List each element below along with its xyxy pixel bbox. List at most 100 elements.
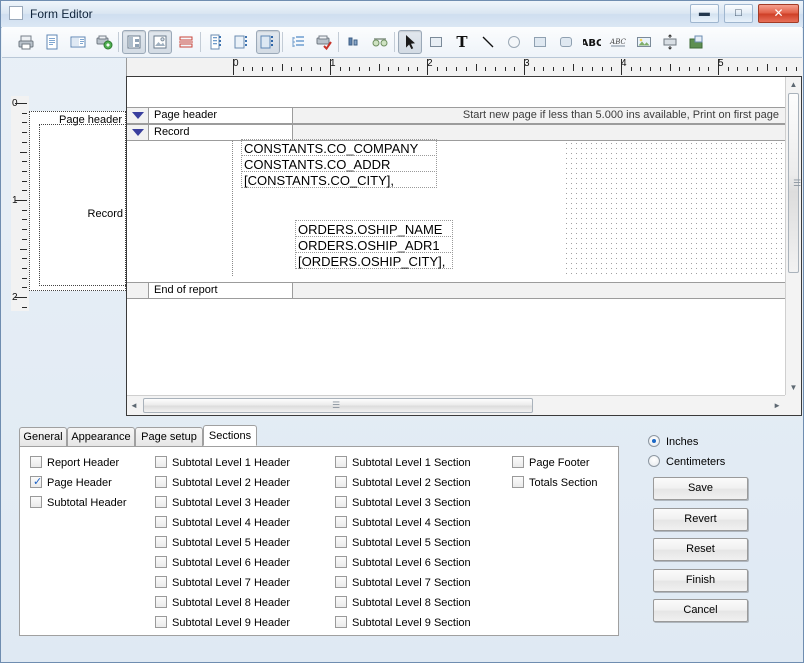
report-field[interactable]: ORDERS.OSHIP_NAME: [295, 220, 453, 237]
checkbox-row[interactable]: Subtotal Level 1 Section: [335, 455, 471, 471]
report-field[interactable]: ORDERS.OSHIP_ADR1: [295, 236, 453, 253]
rectangle-tool-icon[interactable]: [424, 30, 448, 54]
checkbox-row[interactable]: Page Footer: [512, 455, 590, 471]
canvas-horizontal-scrollbar[interactable]: ◄ ☰ ►: [127, 395, 785, 415]
checkbox-indicator[interactable]: [155, 556, 167, 568]
checkbox-indicator[interactable]: [335, 536, 347, 548]
checkbox-indicator[interactable]: [155, 496, 167, 508]
checkbox-row[interactable]: Subtotal Level 4 Section: [335, 515, 471, 531]
field-list-icon[interactable]: [204, 30, 228, 54]
box-tool-icon[interactable]: [528, 30, 552, 54]
checkbox-row[interactable]: Subtotal Level 8 Header: [155, 595, 290, 611]
revert-button[interactable]: Revert: [653, 508, 748, 531]
page-preview-pane[interactable]: Page header Record: [29, 111, 126, 291]
section-bar-record[interactable]: Record: [127, 124, 785, 141]
link-icon[interactable]: [368, 30, 392, 54]
checkbox-indicator[interactable]: [335, 456, 347, 468]
checkbox-row[interactable]: Subtotal Level 2 Header: [155, 475, 290, 491]
checkbox-row[interactable]: Subtotal Level 8 Section: [335, 595, 471, 611]
design-view-icon[interactable]: [148, 30, 172, 54]
checkbox-indicator[interactable]: [335, 616, 347, 628]
section-bar-page-header[interactable]: Page header Start new page if less than …: [127, 107, 785, 124]
line-tool-icon[interactable]: [476, 30, 500, 54]
checkbox-indicator[interactable]: [155, 516, 167, 528]
ellipse-tool-icon[interactable]: [502, 30, 526, 54]
tab-sections[interactable]: Sections: [203, 425, 257, 446]
sort-icon[interactable]: [342, 30, 366, 54]
print-check-icon[interactable]: [312, 30, 336, 54]
checkbox-indicator[interactable]: [155, 596, 167, 608]
checkbox-indicator[interactable]: [335, 576, 347, 588]
checkbox-indicator[interactable]: ✓: [30, 476, 42, 488]
checkbox-row[interactable]: Subtotal Level 6 Header: [155, 555, 290, 571]
checkbox-indicator[interactable]: [155, 616, 167, 628]
close-button[interactable]: ✕: [758, 4, 799, 23]
radio-centimeters[interactable]: Centimeters: [648, 454, 725, 470]
checkbox-row[interactable]: Subtotal Level 2 Section: [335, 475, 471, 491]
checkbox-row[interactable]: ✓ Page Header: [30, 475, 112, 491]
scroll-right-arrow-icon[interactable]: ►: [773, 401, 781, 410]
finish-button[interactable]: Finish: [653, 569, 748, 592]
columns-icon[interactable]: [122, 30, 146, 54]
checkbox-indicator[interactable]: [335, 516, 347, 528]
canvas-vertical-scrollbar[interactable]: ▲ ☰ ▼: [785, 77, 801, 395]
collapse-triangle-icon[interactable]: [132, 129, 144, 136]
subreport-tool-icon[interactable]: [684, 30, 708, 54]
abc-label-icon[interactable]: ABC: [606, 30, 630, 54]
print-export-icon[interactable]: [92, 30, 116, 54]
checkbox-indicator[interactable]: [155, 456, 167, 468]
radio-inches[interactable]: Inches: [648, 434, 698, 450]
report-field[interactable]: CONSTANTS.CO_COMPANY: [241, 139, 437, 156]
preview-icon[interactable]: [66, 30, 90, 54]
reset-button[interactable]: Reset: [653, 538, 748, 561]
outline-icon[interactable]: [286, 30, 310, 54]
report-field[interactable]: [ORDERS.OSHIP_CITY],: [295, 252, 453, 269]
checkbox-indicator[interactable]: [335, 596, 347, 608]
rounded-box-tool-icon[interactable]: [554, 30, 578, 54]
minimize-button[interactable]: ▬: [689, 4, 719, 23]
checkbox-row[interactable]: Subtotal Level 9 Section: [335, 615, 471, 631]
checkbox-row[interactable]: Subtotal Level 1 Header: [155, 455, 290, 471]
checkbox-row[interactable]: Subtotal Header: [30, 495, 127, 511]
design-canvas-surface[interactable]: Page header Start new page if less than …: [127, 77, 785, 395]
scroll-down-arrow-icon[interactable]: ▼: [786, 383, 801, 392]
horizontal-scroll-thumb[interactable]: ☰: [143, 398, 533, 413]
print-icon[interactable]: [14, 30, 38, 54]
cancel-button[interactable]: Cancel: [653, 599, 748, 622]
save-button[interactable]: Save: [653, 477, 748, 500]
abc-field-icon[interactable]: ABC: [580, 30, 604, 54]
checkbox-row[interactable]: Subtotal Level 3 Header: [155, 495, 290, 511]
checkbox-indicator[interactable]: [155, 536, 167, 548]
checkbox-row[interactable]: Subtotal Level 5 Section: [335, 535, 471, 551]
checkbox-row[interactable]: Subtotal Level 9 Header: [155, 615, 290, 631]
tab-page-setup[interactable]: Page setup: [135, 427, 203, 446]
text-tool-icon[interactable]: T: [450, 30, 474, 54]
design-canvas[interactable]: Page header Start new page if less than …: [126, 76, 802, 416]
checkbox-indicator[interactable]: [512, 456, 524, 468]
checkbox-indicator[interactable]: [512, 476, 524, 488]
checkbox-indicator[interactable]: [155, 576, 167, 588]
scroll-up-arrow-icon[interactable]: ▲: [786, 80, 801, 89]
insert-field-right-icon[interactable]: [256, 30, 280, 54]
checkbox-indicator[interactable]: [335, 556, 347, 568]
checkbox-row[interactable]: Subtotal Level 7 Section: [335, 575, 471, 591]
align-rows-icon[interactable]: [174, 30, 198, 54]
checkbox-row[interactable]: Subtotal Level 6 Section: [335, 555, 471, 571]
checkbox-indicator[interactable]: [155, 476, 167, 488]
vertical-scroll-thumb[interactable]: ☰: [788, 93, 801, 273]
tab-appearance[interactable]: Appearance: [67, 427, 135, 446]
checkbox-row[interactable]: Subtotal Level 5 Header: [155, 535, 290, 551]
checkbox-row[interactable]: Subtotal Level 4 Header: [155, 515, 290, 531]
checkbox-row[interactable]: Report Header: [30, 455, 119, 471]
checkbox-row[interactable]: Totals Section: [512, 475, 597, 491]
checkbox-indicator[interactable]: [30, 456, 42, 468]
image-tool-icon[interactable]: [632, 30, 656, 54]
insert-field-left-icon[interactable]: [230, 30, 254, 54]
page-icon[interactable]: [40, 30, 64, 54]
tab-general[interactable]: General: [19, 427, 67, 446]
pointer-tool-icon[interactable]: [398, 30, 422, 54]
checkbox-row[interactable]: Subtotal Level 3 Section: [335, 495, 471, 511]
checkbox-indicator[interactable]: [30, 496, 42, 508]
checkbox-indicator[interactable]: [335, 476, 347, 488]
section-bar-end-of-report[interactable]: End of report: [127, 282, 785, 299]
